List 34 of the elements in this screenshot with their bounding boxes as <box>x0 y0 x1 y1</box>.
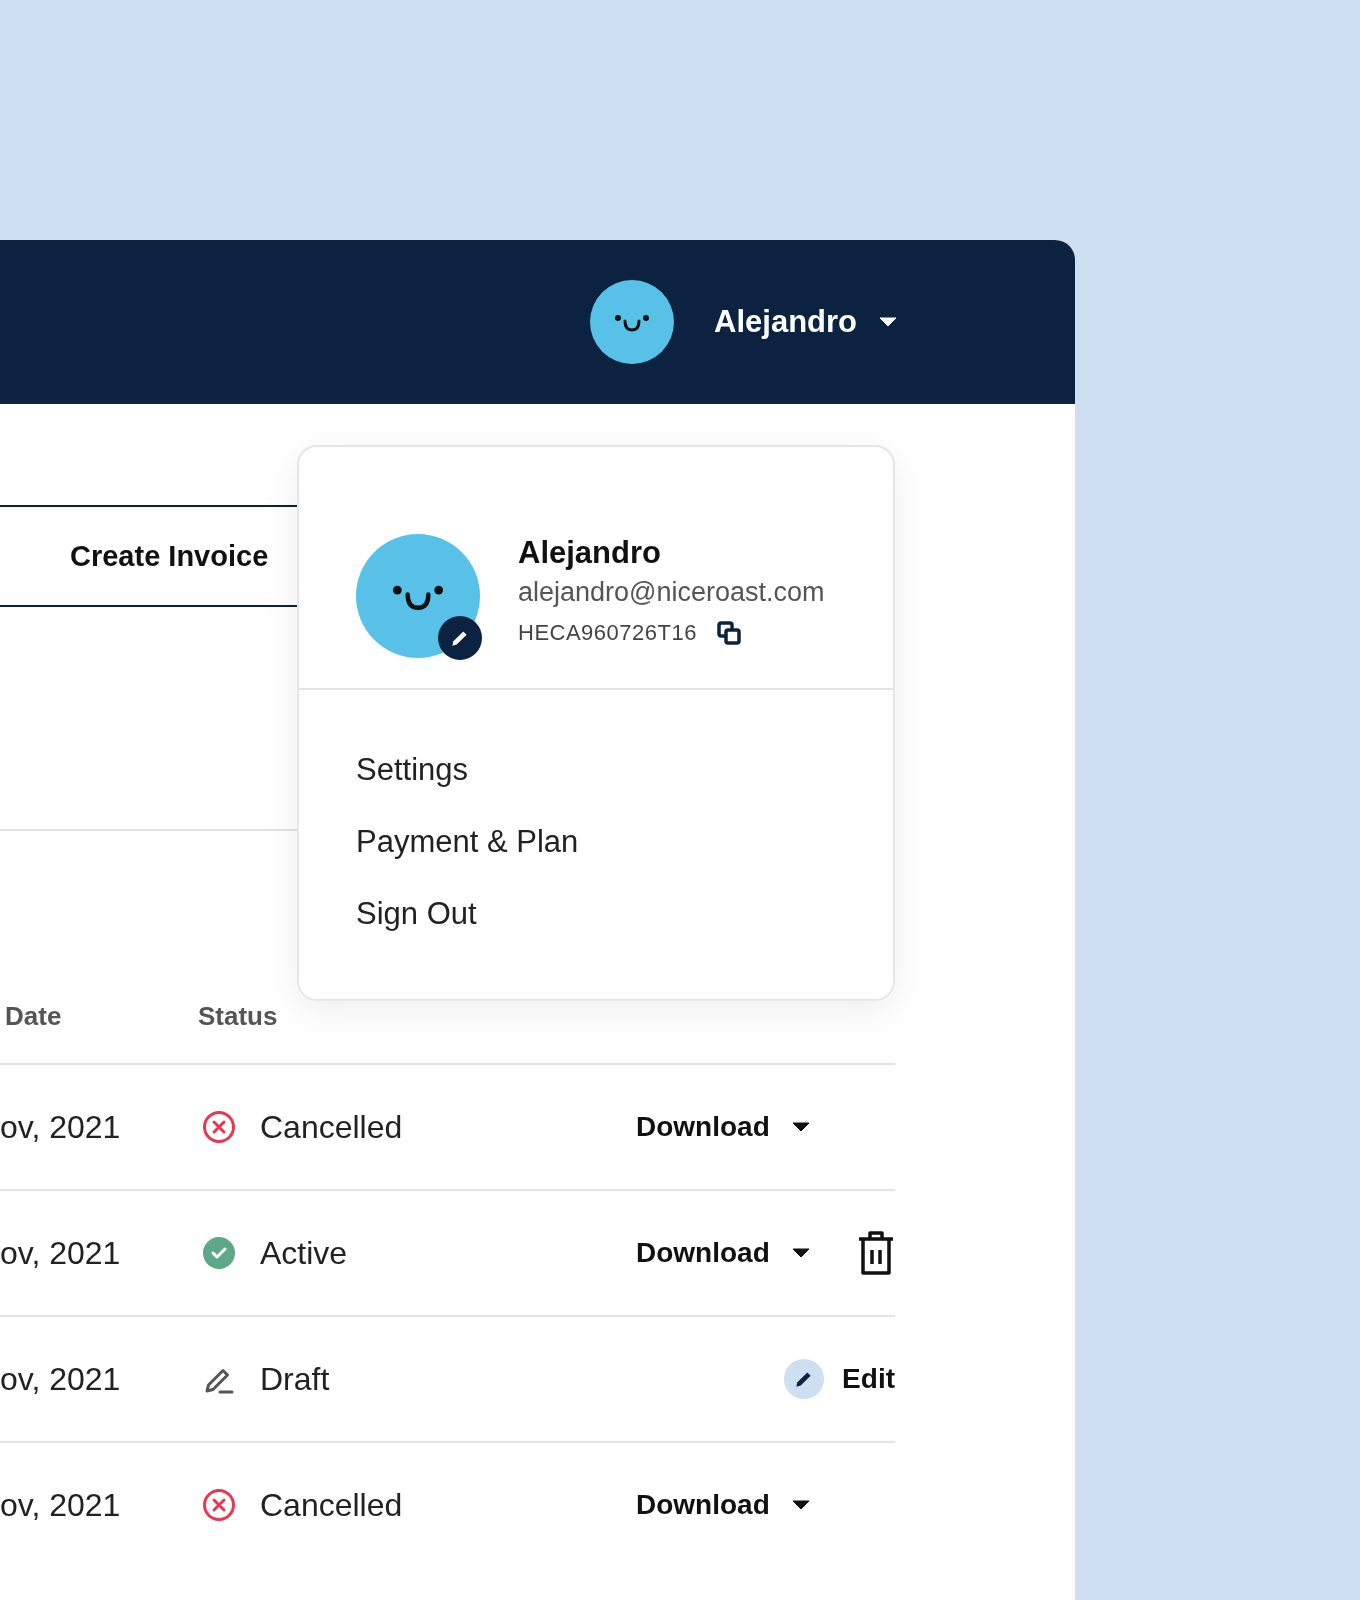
edit-button[interactable]: Edit <box>784 1359 895 1399</box>
profile-name: Alejandro <box>518 534 662 571</box>
trash-icon <box>857 1230 895 1276</box>
caret-icon <box>879 317 897 327</box>
check-circle-icon <box>202 1236 236 1270</box>
download-button[interactable]: Download <box>636 1489 810 1521</box>
user-menu-button[interactable]: Alejandro <box>714 304 897 340</box>
caret-icon <box>791 1122 810 1132</box>
cross-circle-icon <box>202 1488 236 1522</box>
delete-button[interactable] <box>857 1230 895 1276</box>
status-text: Draft <box>260 1360 330 1398</box>
menu-item[interactable]: Payment & Plan <box>356 824 579 860</box>
menu-item[interactable]: Sign Out <box>356 896 477 932</box>
download-button[interactable]: Download <box>636 1237 810 1269</box>
profile-email: alejandro@niceroast.com <box>518 576 825 608</box>
status-text: Cancelled <box>260 1108 403 1146</box>
edit-avatar-button[interactable] <box>438 616 482 660</box>
date-cell-text: ov, 2021 <box>0 1360 122 1398</box>
copy-icon <box>716 620 741 645</box>
account-id: HECA960726T16 <box>518 619 697 646</box>
copy-button[interactable] <box>716 620 741 645</box>
status-text: Cancelled <box>260 1486 403 1524</box>
column-header: Date <box>4 1001 63 1032</box>
date-cell-text: ov, 2021 <box>0 1234 122 1272</box>
date-cell-text: ov, 2021 <box>0 1108 122 1146</box>
caret-icon <box>791 1500 810 1510</box>
column-header: Status <box>198 1001 279 1032</box>
create-invoice-button[interactable]: Create Invoice <box>0 505 300 607</box>
download-button[interactable]: Download <box>636 1111 810 1143</box>
cross-circle-icon <box>202 1110 236 1144</box>
date-cell-text: ov, 2021 <box>0 1486 122 1524</box>
menu-item[interactable]: Settings <box>356 752 468 788</box>
caret-icon <box>791 1248 810 1258</box>
status-text: Active <box>260 1234 348 1272</box>
